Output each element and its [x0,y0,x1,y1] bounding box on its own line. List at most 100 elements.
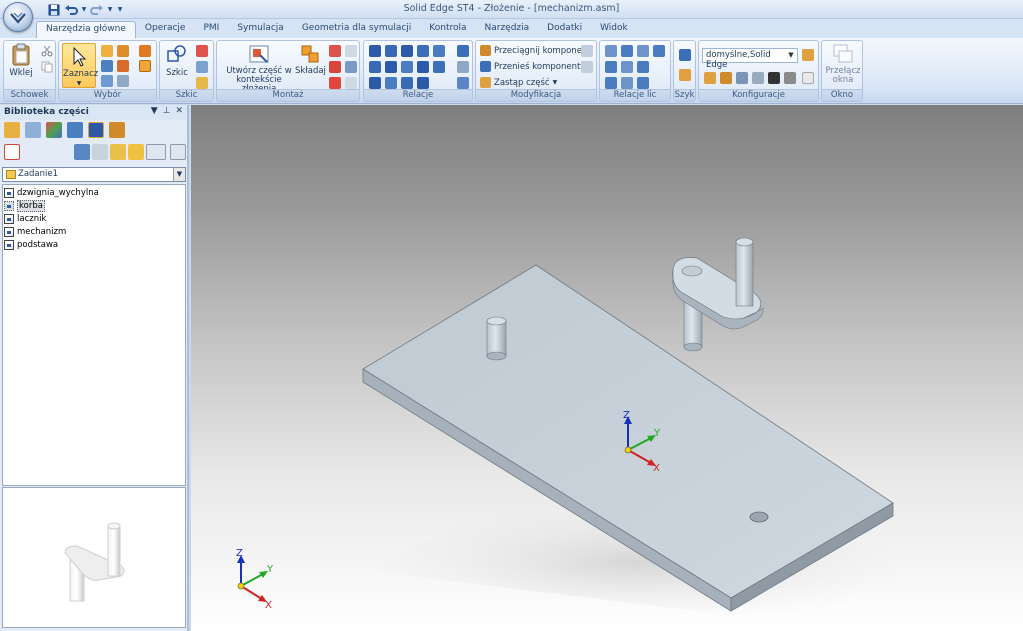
parallel-icon[interactable] [433,61,445,73]
path-icon[interactable] [385,77,397,89]
tangent-face-icon[interactable] [621,77,633,89]
coaxial-icon[interactable] [637,45,649,57]
appearance-icon[interactable] [46,122,62,138]
sketch-edit-icon[interactable] [196,77,208,89]
planar-align-icon[interactable] [385,45,397,57]
cut-icon[interactable] [41,45,53,57]
mirror-icon[interactable] [329,61,341,73]
match-cs-icon[interactable] [401,77,413,89]
parallel-face-icon[interactable] [605,61,617,73]
show-only-icon[interactable] [752,72,764,84]
tab-symulacja[interactable]: Symulacja [228,21,293,38]
add-relation-icon[interactable] [637,77,649,89]
move-components-button[interactable]: Przenieś komponenty [480,61,585,72]
select-assembly-icon[interactable] [117,60,129,72]
list-item[interactable]: podstawa [3,238,185,251]
switch-windows-button[interactable]: Przełącz okna [824,43,862,85]
select-parts-icon[interactable] [117,45,129,57]
tab-widok[interactable]: Widok [591,21,637,38]
list-item[interactable]: mechanizm [3,225,185,238]
crank-upper-pin[interactable] [735,241,754,307]
open-folder-icon[interactable] [110,144,126,160]
gear-relation-icon[interactable] [417,61,429,73]
show-icon[interactable] [720,72,732,84]
create-part-in-place-button[interactable]: Utwórz część w kontekście złożenia [223,43,295,94]
replace-part-button[interactable]: Zastąp część ▼ [480,77,557,88]
assembly-library-icon[interactable] [88,122,104,138]
box-select-icon[interactable] [101,75,113,87]
center-plane-icon[interactable] [417,77,429,89]
search-icon[interactable] [170,144,186,160]
tab-geometria-dla-symulacji[interactable]: Geometria dla symulacji [293,21,420,38]
folder-select[interactable]: Zadanie1 ▼ [2,167,186,182]
insert-relation-icon[interactable] [417,45,429,57]
pathfinder-icon[interactable] [109,122,125,138]
pattern-icon[interactable] [345,45,357,57]
tangent-icon[interactable] [385,61,397,73]
pin-cylinder[interactable] [486,320,507,357]
mate-icon[interactable] [369,45,381,57]
coplanar-icon[interactable] [605,45,617,57]
configuration-combo[interactable]: domyślne,Solid Edge ▼ [702,48,798,70]
paste-button[interactable]: Wklej [7,43,35,78]
list-item[interactable]: dzwignia_wychylna [3,187,185,200]
rigid-set-icon[interactable] [369,77,381,89]
up-folder-icon[interactable] [74,144,90,160]
new-folder-icon[interactable] [128,144,144,160]
new-file-icon[interactable] [4,144,20,160]
cam-icon[interactable] [401,61,413,73]
explode-icon[interactable] [329,77,341,89]
offset-face-icon[interactable] [621,61,633,73]
connect-icon[interactable] [433,45,445,57]
symmetric-icon[interactable] [653,45,665,57]
show-relations-icon[interactable] [457,61,469,73]
concentric-icon[interactable] [621,45,633,57]
sketch-button[interactable]: Szkic [163,43,191,78]
highlight-icon[interactable] [139,45,151,57]
copy-icon[interactable] [41,61,53,73]
tab-narzedzia[interactable]: Narzędzia [476,21,539,38]
flash-fit-icon[interactable] [457,77,469,89]
insert-component-icon[interactable] [329,45,341,57]
perpendicular-icon[interactable] [605,77,617,89]
parts-library-icon[interactable] [4,122,20,138]
tab-dodatki[interactable]: Dodatki [538,21,591,38]
close-icon[interactable]: ✕ [175,106,183,116]
move-options-icon[interactable] [581,61,593,73]
relation-assistant-icon[interactable] [457,45,469,57]
back-icon[interactable] [92,144,108,160]
angle-icon[interactable] [369,61,381,73]
pattern-assembly-icon[interactable] [679,49,691,61]
tab-kontrola[interactable]: Kontrola [420,21,475,38]
view-mode-icon[interactable] [146,144,166,160]
filter-icon[interactable] [101,60,113,72]
assemble-button[interactable]: Składaj [295,43,326,76]
feature-library-icon[interactable] [67,122,83,138]
drag-options-icon[interactable] [581,45,593,57]
group-icon[interactable] [345,77,357,89]
pin-icon[interactable]: ⊥ [163,106,171,116]
select-tool-icon[interactable] [139,60,151,72]
layers-icon[interactable] [25,122,41,138]
rigid-face-icon[interactable] [637,61,649,73]
tab-narzedzia-glowne[interactable]: Narzędzia główne [36,21,136,38]
select-options-icon[interactable] [117,75,129,87]
tab-operacje[interactable]: Operacje [136,21,195,38]
mirror-assembly-icon[interactable] [679,69,691,81]
pencil-icon[interactable] [196,45,208,57]
tab-pmi[interactable]: PMI [194,21,228,38]
replace-icon[interactable] [345,61,357,73]
sketch-plane-icon[interactable] [196,61,208,73]
list-item[interactable]: lacznik [3,213,185,226]
graphics-window[interactable]: Z Y X Z Y X [191,105,1023,631]
configuration-manager-icon[interactable] [802,49,814,61]
hide-icon[interactable] [736,72,748,84]
axial-align-icon[interactable] [401,45,413,57]
list-item[interactable]: korba [3,200,185,213]
display-config-icon[interactable] [704,72,716,84]
camera-icon[interactable] [768,72,780,84]
application-button[interactable] [3,2,33,32]
blank-icon[interactable] [802,72,814,84]
drag-component-button[interactable]: Przeciągnij komponent [480,45,591,56]
key-icon[interactable] [784,72,796,84]
